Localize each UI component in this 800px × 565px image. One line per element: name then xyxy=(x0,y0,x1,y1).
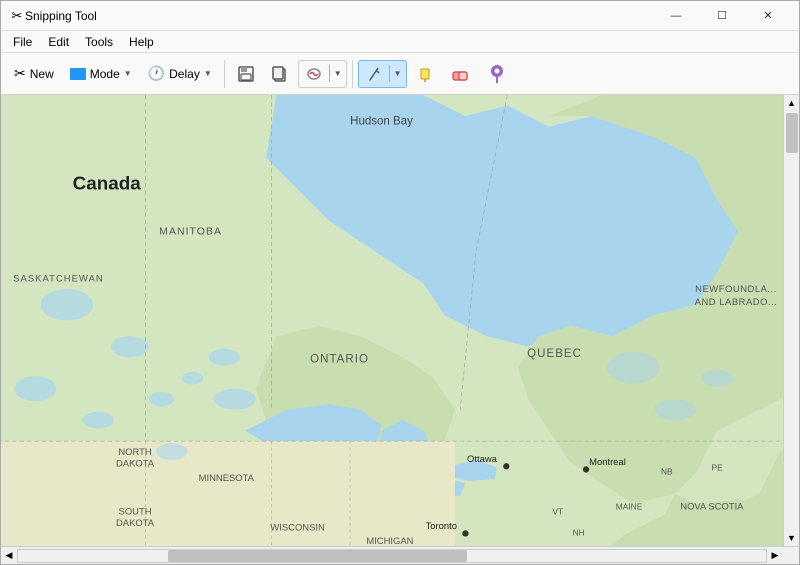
delay-label: Delay xyxy=(169,67,200,81)
pen-icon xyxy=(365,65,383,83)
menu-file[interactable]: File xyxy=(5,33,40,51)
svg-text:DAKOTA: DAKOTA xyxy=(116,457,155,468)
pin-icon xyxy=(488,63,506,85)
new-button[interactable]: ✂ New xyxy=(7,58,61,90)
menu-help[interactable]: Help xyxy=(121,33,162,51)
mode-icon xyxy=(70,68,86,80)
pen-dropdown-arrow: ▼ xyxy=(394,69,402,78)
svg-text:VT: VT xyxy=(552,507,563,517)
pen-tool-group: ▼ xyxy=(358,60,407,88)
svg-text:SASKATCHEWAN: SASKATCHEWAN xyxy=(13,273,104,284)
menu-bar: File Edit Tools Help xyxy=(1,31,799,53)
svg-text:NEWFOUNDLA...: NEWFOUNDLA... xyxy=(695,283,777,294)
scroll-up-arrow[interactable]: ▲ xyxy=(784,95,800,111)
menu-tools[interactable]: Tools xyxy=(77,33,121,51)
svg-text:AND LABRADO...: AND LABRADO... xyxy=(695,296,778,307)
pen-tool-main[interactable] xyxy=(359,61,389,87)
eraser-button[interactable] xyxy=(443,58,479,90)
copy-icon xyxy=(271,65,289,83)
mode-button[interactable]: Mode ▼ xyxy=(63,58,139,90)
new-icon: ✂ xyxy=(14,65,26,82)
close-button[interactable]: ✕ xyxy=(745,1,791,31)
save-button[interactable] xyxy=(230,58,262,90)
scroll-right-arrow[interactable]: ▶ xyxy=(767,548,783,564)
svg-text:SOUTH: SOUTH xyxy=(119,506,152,517)
svg-text:PE: PE xyxy=(712,462,724,472)
highlighter-icon xyxy=(416,65,434,83)
horizontal-scrollbar[interactable]: ◀ ▶ xyxy=(1,547,783,564)
copy-button[interactable] xyxy=(264,58,296,90)
svg-text:MICHIGAN: MICHIGAN xyxy=(366,535,413,546)
delay-dropdown-arrow: ▼ xyxy=(204,69,212,78)
scroll-thumb-h[interactable] xyxy=(168,550,467,562)
svg-text:Montreal: Montreal xyxy=(589,456,626,467)
maximize-button[interactable]: ☐ xyxy=(699,1,745,31)
svg-text:MAINE: MAINE xyxy=(616,501,643,511)
save-icon xyxy=(237,65,255,83)
scroll-thumb-v[interactable] xyxy=(786,113,798,153)
svg-text:NORTH: NORTH xyxy=(118,446,152,457)
separator-2 xyxy=(352,60,353,88)
title-bar: ✂ Snipping Tool — ☐ ✕ xyxy=(1,1,799,31)
scroll-down-arrow[interactable]: ▼ xyxy=(784,530,800,546)
delay-button[interactable]: 🕐 Delay ▼ xyxy=(141,58,219,90)
svg-text:NB: NB xyxy=(661,467,673,477)
delete-tool-dropdown[interactable]: ▼ xyxy=(329,65,346,82)
toolbar: ✂ New Mode ▼ 🕐 Delay ▼ xyxy=(1,53,799,95)
svg-text:WISCONSIN: WISCONSIN xyxy=(270,521,325,532)
app-icon: ✂ xyxy=(9,8,25,24)
pin-button[interactable] xyxy=(481,58,513,90)
scroll-track-v[interactable] xyxy=(784,111,799,530)
svg-text:MANITOBA: MANITOBA xyxy=(159,226,222,237)
separator-1 xyxy=(224,60,225,88)
delete-tool-group: ▼ xyxy=(298,60,347,88)
delay-icon: 🕐 xyxy=(148,65,165,82)
svg-text:NH: NH xyxy=(573,528,585,538)
svg-text:QUEBEC: QUEBEC xyxy=(527,348,582,360)
content-area: Hudson Bay Canada MANITOBA SASKATCHEWAN … xyxy=(1,95,799,546)
svg-text:ONTARIO: ONTARIO xyxy=(310,353,369,365)
map-container[interactable]: Hudson Bay Canada MANITOBA SASKATCHEWAN … xyxy=(1,95,783,546)
new-label: New xyxy=(30,67,54,81)
svg-text:NOVA SCOTIA: NOVA SCOTIA xyxy=(680,500,744,511)
pen-tool-dropdown[interactable]: ▼ xyxy=(389,65,406,82)
svg-text:MINNESOTA: MINNESOTA xyxy=(199,472,255,483)
svg-text:Canada: Canada xyxy=(73,172,142,193)
scrollbar-corner xyxy=(783,547,799,563)
map-svg: Hudson Bay Canada MANITOBA SASKATCHEWAN … xyxy=(1,95,783,546)
svg-text:Toronto: Toronto xyxy=(426,520,457,531)
main-window: ✂ Snipping Tool — ☐ ✕ File Edit Tools He… xyxy=(0,0,800,565)
bottom-bar: ◀ ▶ xyxy=(1,546,799,564)
svg-text:Hudson Bay: Hudson Bay xyxy=(350,115,413,127)
scroll-track-h[interactable] xyxy=(17,549,767,563)
svg-text:DAKOTA: DAKOTA xyxy=(116,517,155,528)
menu-edit[interactable]: Edit xyxy=(40,33,77,51)
scroll-left-arrow[interactable]: ◀ xyxy=(1,548,17,564)
window-title: Snipping Tool xyxy=(25,9,653,23)
vertical-scrollbar[interactable]: ▲ ▼ xyxy=(783,95,799,546)
delete-tool-main[interactable] xyxy=(299,61,329,87)
eraser-icon xyxy=(450,65,472,83)
minimize-button[interactable]: — xyxy=(653,1,699,31)
delete-icon xyxy=(305,65,323,83)
svg-text:Ottawa: Ottawa xyxy=(467,453,498,464)
highlighter-button[interactable] xyxy=(409,58,441,90)
mode-label: Mode xyxy=(90,67,120,81)
mode-dropdown-arrow: ▼ xyxy=(124,69,132,78)
window-controls: — ☐ ✕ xyxy=(653,1,791,31)
delete-dropdown-arrow: ▼ xyxy=(334,69,342,78)
